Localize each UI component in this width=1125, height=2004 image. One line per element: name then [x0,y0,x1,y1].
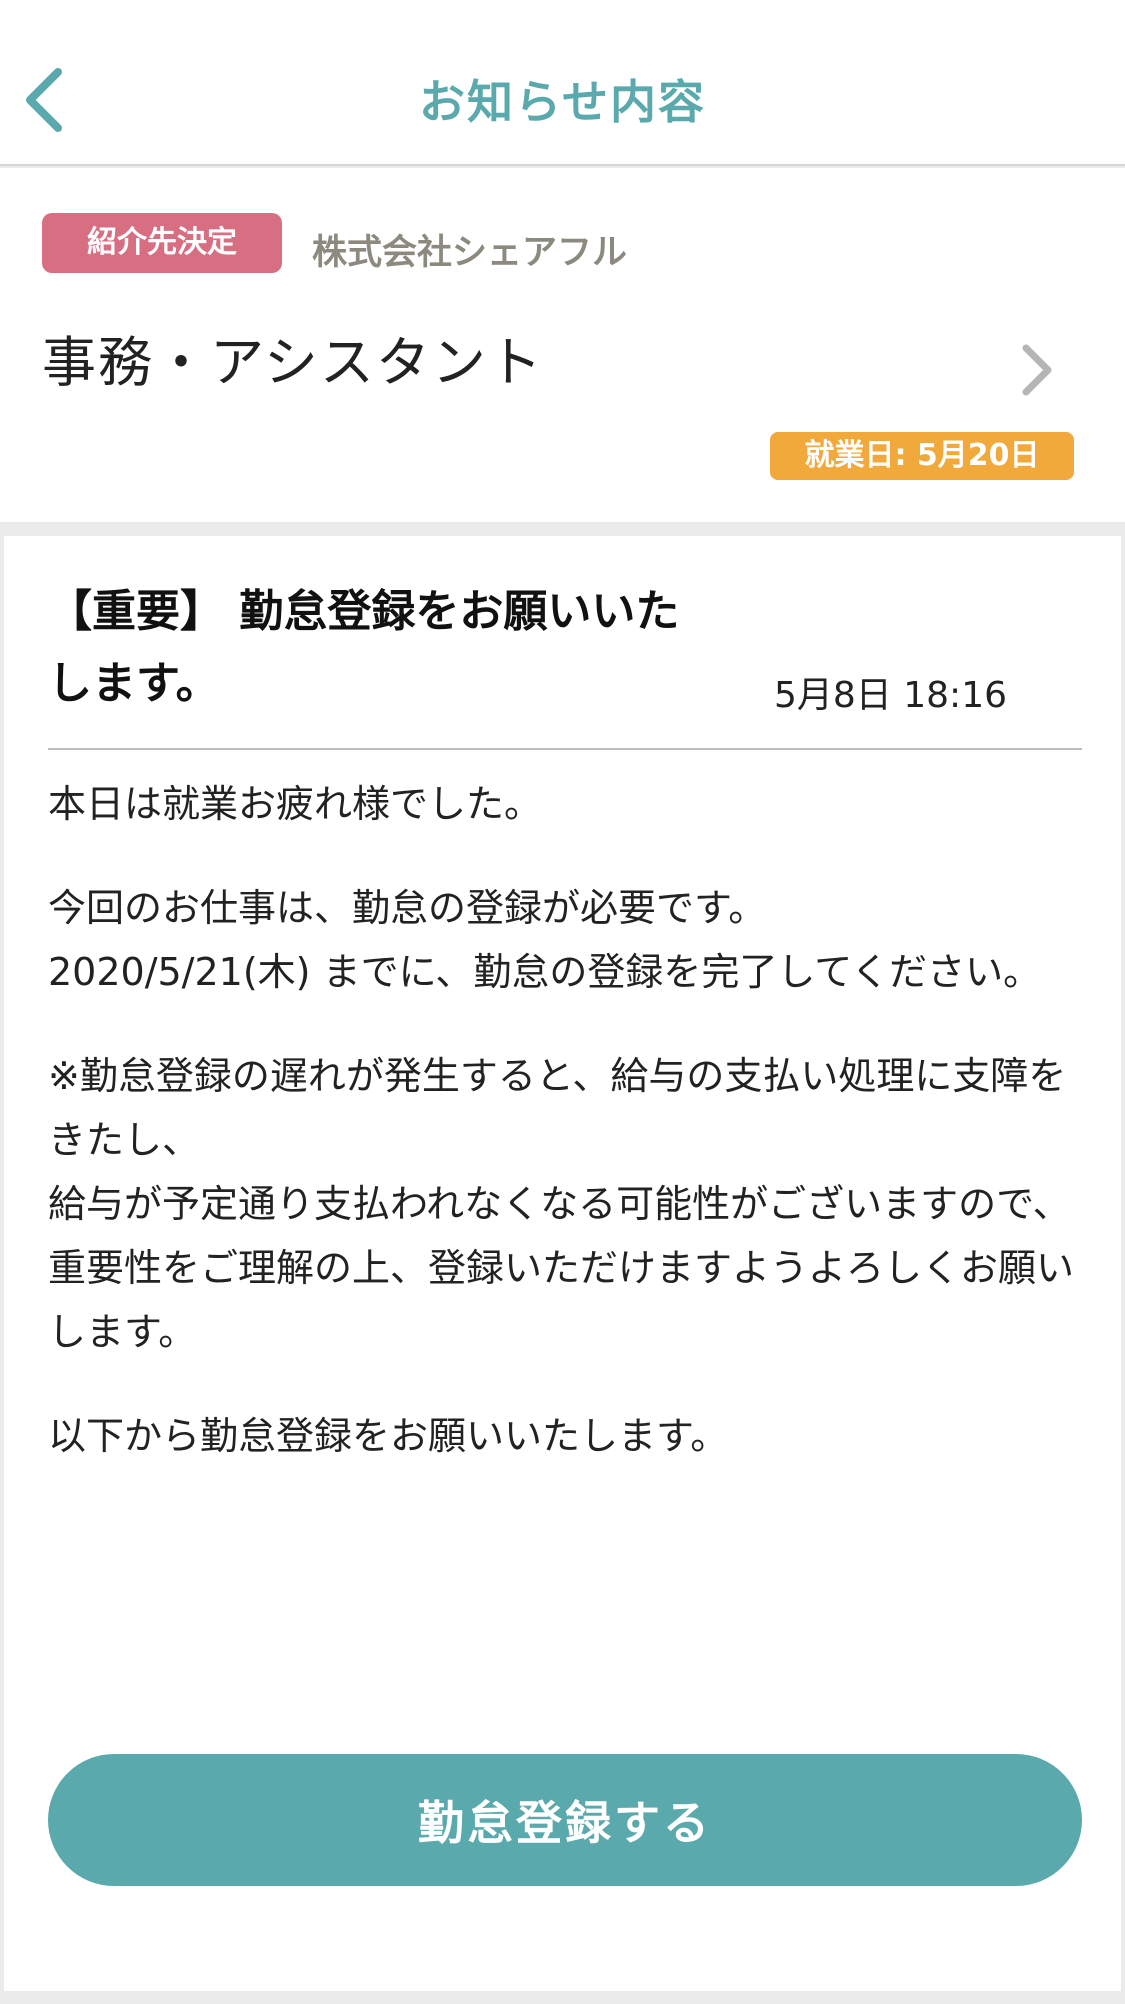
job-summary-card[interactable]: 紹介先決定 株式会社シェアフル 事務・アシスタント 就業日: 5月20日 [0,168,1125,522]
status-badge: 紹介先決定 [42,213,282,273]
message-title: 【重要】 勤怠登録をお願いいたします。 [48,586,680,709]
page-title: お知らせ内容 [418,75,707,129]
divider [48,748,1082,750]
message-card: 【重要】 勤怠登録をお願いいたします。 5月8日 18:16 本日は就業お疲れ様… [4,536,1121,1991]
message-paragraph: ※勤怠登録の遅れが発生すると、給与の支払い処理に支障をきたし、 給与が予定通り支… [48,1054,1075,1354]
chevron-right-icon [1022,344,1052,396]
company-name: 株式会社シェアフル [312,233,628,273]
job-detail-button[interactable] [1012,328,1062,408]
message-paragraph: 今回のお仕事は、勤怠の登録が必要です。 2020/5/21(木) までに、勤怠の… [48,886,1042,994]
message-timestamp: 5月8日 18:16 [774,675,1007,716]
message-body: 本日は就業お疲れ様でした。 今回のお仕事は、勤怠の登録が必要です。 2020/5… [48,772,1088,1508]
job-title: 事務・アシスタント [42,331,544,394]
message-paragraph: 以下から勤怠登録をお願いいたします。 [48,1414,729,1458]
register-attendance-button[interactable]: 勤怠登録する [48,1754,1082,1886]
workday-badge: 就業日: 5月20日 [770,432,1074,480]
navigation-bar: お知らせ内容 [0,0,1125,166]
message-paragraph: 本日は就業お疲れ様でした。 [48,782,543,826]
